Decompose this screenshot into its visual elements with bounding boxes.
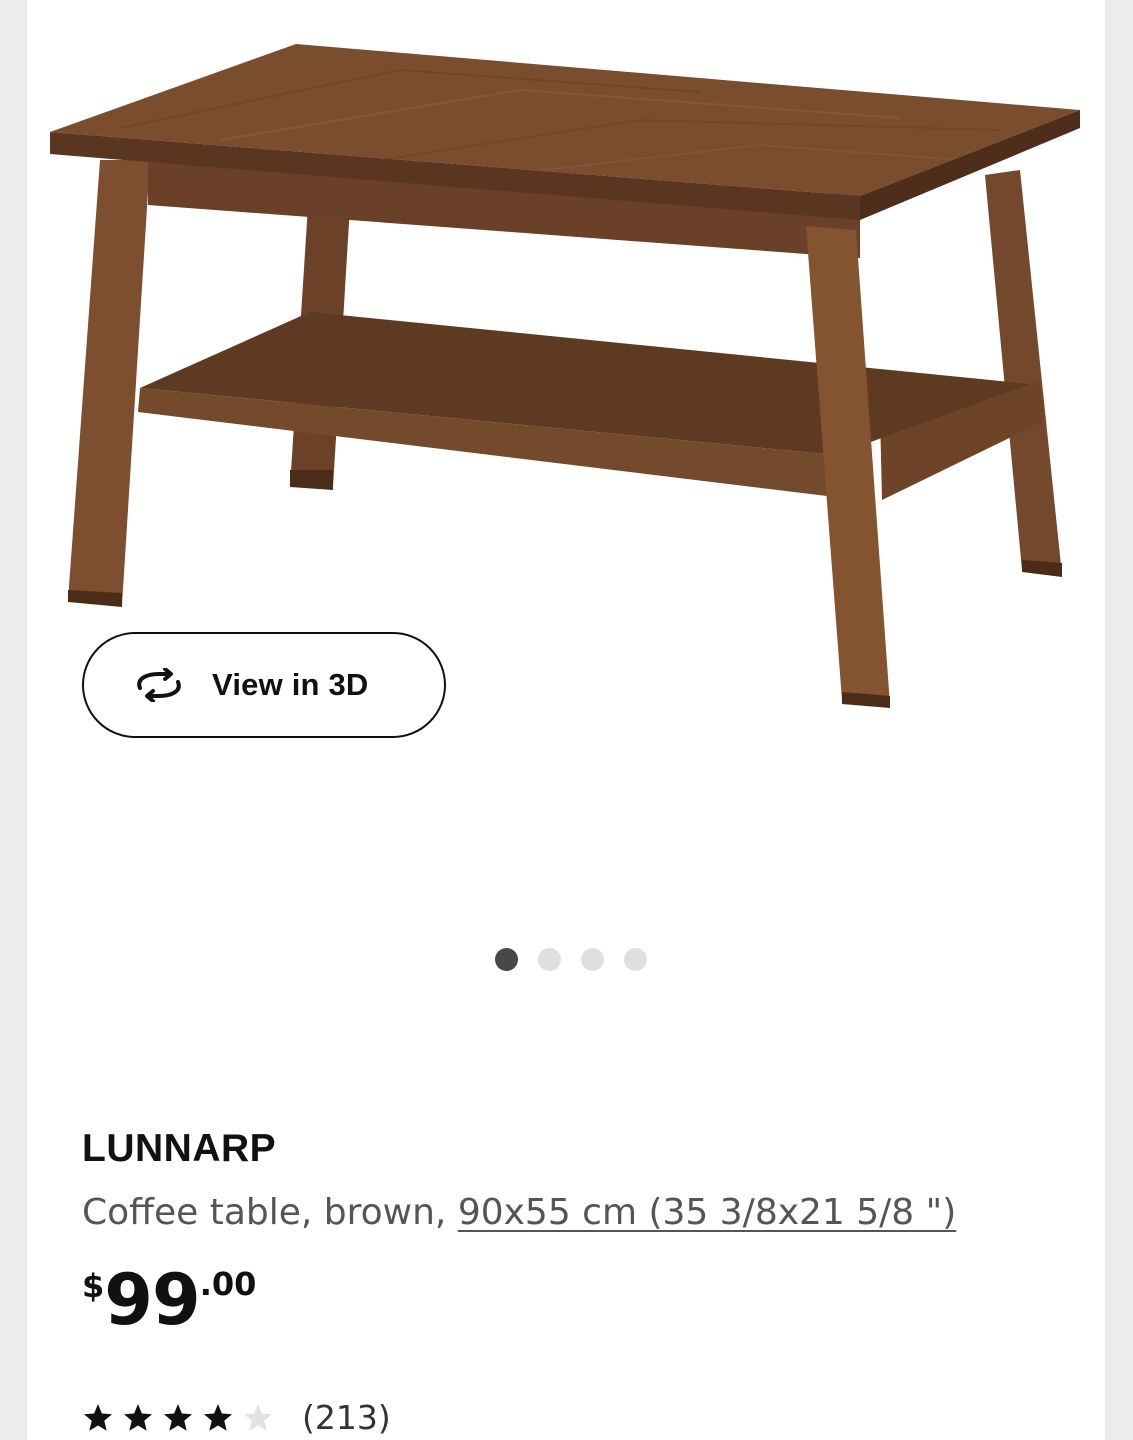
price-currency: $ xyxy=(82,1267,105,1305)
gallery-dot-1[interactable] xyxy=(495,948,518,971)
gallery-dot-4[interactable] xyxy=(624,948,647,971)
rotate-3d-icon xyxy=(132,668,186,702)
rating-stars xyxy=(82,1402,274,1434)
product-price: $ 99 .00 xyxy=(82,1260,1082,1340)
star-filled-icon xyxy=(124,1404,152,1431)
star-filled-icon xyxy=(164,1404,192,1431)
price-decimals: .00 xyxy=(199,1265,257,1303)
star-filled-icon xyxy=(204,1404,232,1431)
product-page: View in 3D LUNNARP Coffee table, brown, … xyxy=(27,0,1105,1440)
view-in-3d-button[interactable]: View in 3D xyxy=(82,632,446,738)
product-rating[interactable]: (213) xyxy=(82,1398,391,1438)
star-filled-icon xyxy=(84,1404,112,1431)
price-integer: 99 xyxy=(104,1259,200,1341)
gallery-dot-2[interactable] xyxy=(538,948,561,971)
product-name: LUNNARP xyxy=(82,1127,277,1170)
gallery-dot-3[interactable] xyxy=(581,948,604,971)
product-description-text: Coffee table, brown, xyxy=(82,1192,458,1233)
gallery-pagination xyxy=(27,948,1105,974)
star-empty-icon xyxy=(244,1404,272,1431)
product-dimensions-link[interactable]: 90x55 cm (35 3/8x21 5/8 ") xyxy=(458,1192,956,1233)
product-description: Coffee table, brown, 90x55 cm (35 3/8x21… xyxy=(82,1188,1082,1238)
product-info: LUNNARP Coffee table, brown, 90x55 cm (3… xyxy=(82,1120,1082,1340)
product-gallery[interactable]: View in 3D xyxy=(27,0,1105,1000)
view-in-3d-label: View in 3D xyxy=(212,667,369,702)
review-count: (213) xyxy=(302,1398,391,1437)
